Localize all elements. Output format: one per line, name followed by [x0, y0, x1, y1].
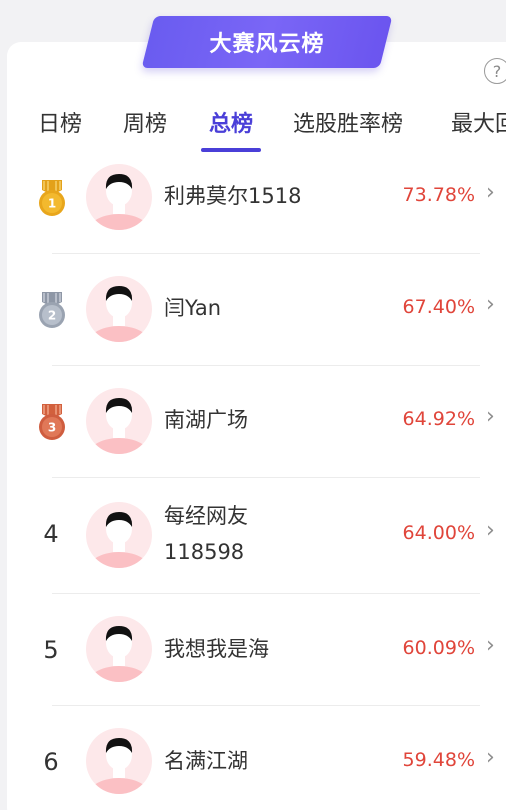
user-name[interactable]: 名满江湖: [164, 743, 394, 779]
active-tab-indicator: [201, 148, 261, 152]
chevron-right-icon[interactable]: ›: [486, 180, 495, 205]
user-name[interactable]: 每经网友: [164, 498, 394, 534]
list-item[interactable]: 6 名满江湖 59.48% ›: [0, 706, 506, 810]
chevron-right-icon[interactable]: ›: [486, 404, 495, 429]
tab-daily[interactable]: 日榜: [38, 106, 82, 138]
rank-number: 4: [43, 520, 59, 548]
return-rate: 67.40%: [402, 296, 475, 318]
user-name-line2[interactable]: 118598: [164, 534, 394, 570]
avatar[interactable]: [86, 276, 152, 342]
user-name[interactable]: 南湖广场: [164, 402, 394, 438]
silver-medal-icon: 2: [39, 292, 65, 328]
return-rate: 59.48%: [402, 749, 475, 771]
tab-weekly[interactable]: 周榜: [123, 106, 167, 138]
user-name[interactable]: 利弗莫尔1518: [164, 178, 394, 214]
svg-text:2: 2: [48, 309, 56, 323]
avatar[interactable]: [86, 502, 152, 568]
user-name[interactable]: 我想我是海: [164, 631, 394, 667]
chevron-right-icon[interactable]: ›: [486, 292, 495, 317]
rank-number: 6: [43, 748, 59, 776]
gold-medal-icon: 1: [39, 180, 65, 216]
list-item[interactable]: 4 每经网友 118598 64.00% ›: [0, 478, 506, 594]
banner-title: 大赛风云榜: [209, 32, 325, 57]
tab-win-rate[interactable]: 选股胜率榜: [293, 106, 403, 138]
chevron-right-icon[interactable]: ›: [486, 633, 495, 658]
rank-number: 5: [43, 636, 59, 664]
svg-text:3: 3: [48, 421, 56, 435]
return-rate: 60.09%: [402, 637, 475, 659]
return-rate: 64.92%: [402, 408, 475, 430]
avatar[interactable]: [86, 616, 152, 682]
contest-banner: 大赛风云榜: [141, 16, 393, 68]
avatar[interactable]: [86, 388, 152, 454]
chevron-right-icon[interactable]: ›: [486, 745, 495, 770]
list-item[interactable]: 3 南湖广场 64.92% ›: [0, 366, 506, 478]
chevron-right-icon[interactable]: ›: [486, 518, 495, 543]
help-icon[interactable]: ?: [484, 58, 506, 84]
tab-overall[interactable]: 总榜: [209, 106, 253, 138]
svg-text:1: 1: [48, 197, 56, 211]
user-name[interactable]: 闫Yan: [164, 290, 394, 326]
list-item[interactable]: 2 闫Yan 67.40% ›: [0, 254, 506, 366]
tab-max-drawdown[interactable]: 最大回: [451, 106, 506, 138]
avatar[interactable]: [86, 164, 152, 230]
return-rate: 73.78%: [402, 184, 475, 206]
return-rate: 64.00%: [402, 522, 475, 544]
list-item[interactable]: 5 我想我是海 60.09% ›: [0, 594, 506, 706]
bronze-medal-icon: 3: [39, 404, 65, 440]
avatar[interactable]: [86, 728, 152, 794]
list-item[interactable]: 1 利弗莫尔1518 73.78% ›: [0, 158, 506, 254]
tab-bar: 日榜 周榜 总榜 选股胜率榜 最大回: [0, 98, 506, 158]
